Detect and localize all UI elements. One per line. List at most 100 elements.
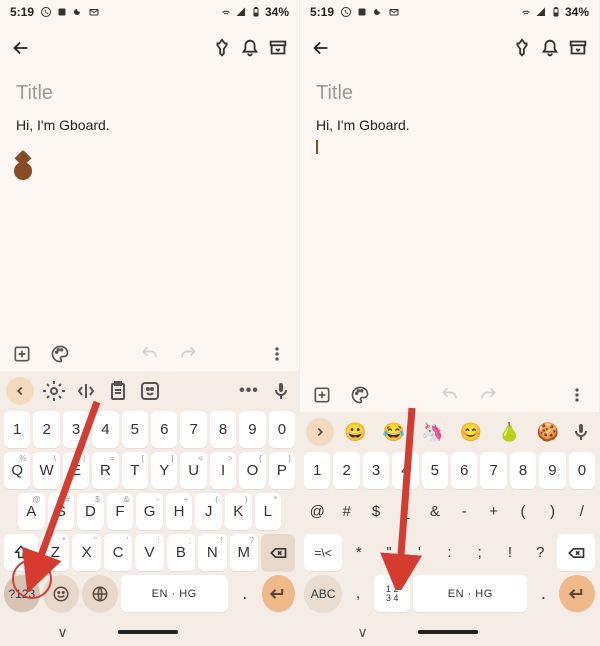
sym-key[interactable]: $ <box>363 493 389 530</box>
sym-key[interactable]: - <box>451 493 477 530</box>
toolstrip-expand-left[interactable] <box>6 377 34 405</box>
note-area[interactable]: Title Hi, I'm Gboard. <box>300 72 599 378</box>
archive-button[interactable] <box>267 37 289 59</box>
sym-key[interactable]: + <box>480 493 506 530</box>
nav-home-pill[interactable] <box>418 630 478 634</box>
emoji-suggestion[interactable]: 😀 <box>344 422 366 443</box>
nav-ime-switch[interactable]: ∨ <box>57 624 67 641</box>
key-6[interactable]: 6 <box>151 411 177 448</box>
reminder-button[interactable] <box>239 37 261 59</box>
key-j[interactable]: J( <box>195 493 222 530</box>
key-1[interactable]: 1 <box>4 411 30 448</box>
key-3[interactable]: 3 <box>63 411 89 448</box>
sym-key[interactable]: & <box>422 493 448 530</box>
note-area[interactable]: Title Hi, I'm Gboard. <box>0 72 299 337</box>
undo-button[interactable] <box>440 385 460 405</box>
key-5[interactable]: 5 <box>122 411 148 448</box>
key-g[interactable]: G- <box>136 493 163 530</box>
numpad-toggle-key[interactable]: 1 2 3 4 <box>374 575 410 612</box>
sym-key[interactable]: # <box>333 493 359 530</box>
key-k[interactable]: K) <box>225 493 252 530</box>
enter-key[interactable] <box>262 575 295 612</box>
key-u[interactable]: U< <box>180 452 206 489</box>
key-8[interactable]: 8 <box>510 452 536 489</box>
key-v[interactable]: V: <box>135 534 163 571</box>
clipboard-button[interactable] <box>106 379 130 403</box>
pin-button[interactable] <box>511 37 533 59</box>
key-r[interactable]: R= <box>92 452 118 489</box>
key-t[interactable]: T[ <box>122 452 148 489</box>
sym-key[interactable]: * <box>345 534 372 571</box>
nav-ime-switch[interactable]: ∨ <box>357 624 367 641</box>
key-q[interactable]: Q% <box>4 452 30 489</box>
key-2[interactable]: 2 <box>33 411 59 448</box>
archive-button[interactable] <box>567 37 589 59</box>
comma-key[interactable]: , <box>345 575 371 612</box>
globe-key[interactable] <box>82 575 118 612</box>
key-h[interactable]: H+ <box>166 493 193 530</box>
key-3[interactable]: 3 <box>363 452 389 489</box>
backspace-key[interactable] <box>261 534 295 571</box>
emoji-suggestion[interactable]: 🍪 <box>537 422 559 443</box>
sym-key[interactable]: ? <box>527 534 554 571</box>
add-box-button[interactable] <box>312 385 332 405</box>
more-symbols-key[interactable]: =\< <box>304 534 342 571</box>
text-selection-handle[interactable] <box>10 158 35 183</box>
key-l[interactable]: L* <box>255 493 282 530</box>
key-b[interactable]: B; <box>167 534 195 571</box>
key-1[interactable]: 1 <box>304 452 330 489</box>
toolstrip-expand-right[interactable] <box>306 418 334 446</box>
key-5[interactable]: 5 <box>422 452 448 489</box>
key-7[interactable]: 7 <box>480 452 506 489</box>
sym-key[interactable]: : <box>436 534 463 571</box>
more-tools-button[interactable]: ••• <box>237 379 261 403</box>
key-8[interactable]: 8 <box>210 411 236 448</box>
palette-button[interactable] <box>350 385 370 405</box>
key-p[interactable]: P} <box>269 452 295 489</box>
emoji-key[interactable] <box>43 575 79 612</box>
emoji-suggestion[interactable]: 🍐 <box>498 422 520 443</box>
sym-key[interactable]: / <box>569 493 595 530</box>
sym-key[interactable]: ; <box>466 534 493 571</box>
redo-button[interactable] <box>178 344 198 364</box>
undo-button[interactable] <box>140 344 160 364</box>
key-9[interactable]: 9 <box>539 452 565 489</box>
key-c[interactable]: C' <box>104 534 132 571</box>
space-key[interactable]: EN · HG <box>413 575 527 612</box>
more-menu-button[interactable] <box>567 385 587 405</box>
back-button[interactable] <box>310 37 332 59</box>
backspace-key[interactable] <box>557 534 595 571</box>
key-d[interactable]: D$ <box>77 493 104 530</box>
space-key[interactable]: EN · HG <box>121 575 228 612</box>
key-y[interactable]: Y] <box>151 452 177 489</box>
key-z[interactable]: Z* <box>41 534 69 571</box>
note-body[interactable]: Hi, I'm Gboard. <box>16 117 283 133</box>
mode-key-abc[interactable]: ABC <box>304 575 342 612</box>
key-2[interactable]: 2 <box>333 452 359 489</box>
palette-button[interactable] <box>50 344 70 364</box>
sym-key[interactable]: ! <box>496 534 523 571</box>
key-9[interactable]: 9 <box>239 411 265 448</box>
back-button[interactable] <box>10 37 32 59</box>
title-placeholder[interactable]: Title <box>16 82 283 105</box>
period-key[interactable]: . <box>530 575 556 612</box>
emoji-suggestion[interactable]: 😊 <box>460 422 482 443</box>
key-n[interactable]: N! <box>198 534 226 571</box>
mic-button[interactable] <box>569 420 593 444</box>
key-a[interactable]: A@ <box>18 493 45 530</box>
sym-key[interactable]: @ <box>304 493 330 530</box>
more-menu-button[interactable] <box>267 344 287 364</box>
emoji-suggestion[interactable]: 🦄 <box>421 422 443 443</box>
mode-key-123[interactable]: ?123 <box>4 575 40 612</box>
enter-key[interactable] <box>559 575 595 612</box>
sticker-button[interactable] <box>138 379 162 403</box>
redo-button[interactable] <box>478 385 498 405</box>
pin-button[interactable] <box>211 37 233 59</box>
key-i[interactable]: I> <box>210 452 236 489</box>
key-x[interactable]: X" <box>72 534 100 571</box>
settings-button[interactable] <box>42 379 66 403</box>
sym-key[interactable]: " <box>375 534 402 571</box>
key-0[interactable]: 0 <box>569 452 595 489</box>
key-6[interactable]: 6 <box>451 452 477 489</box>
cursor-control-button[interactable] <box>74 379 98 403</box>
